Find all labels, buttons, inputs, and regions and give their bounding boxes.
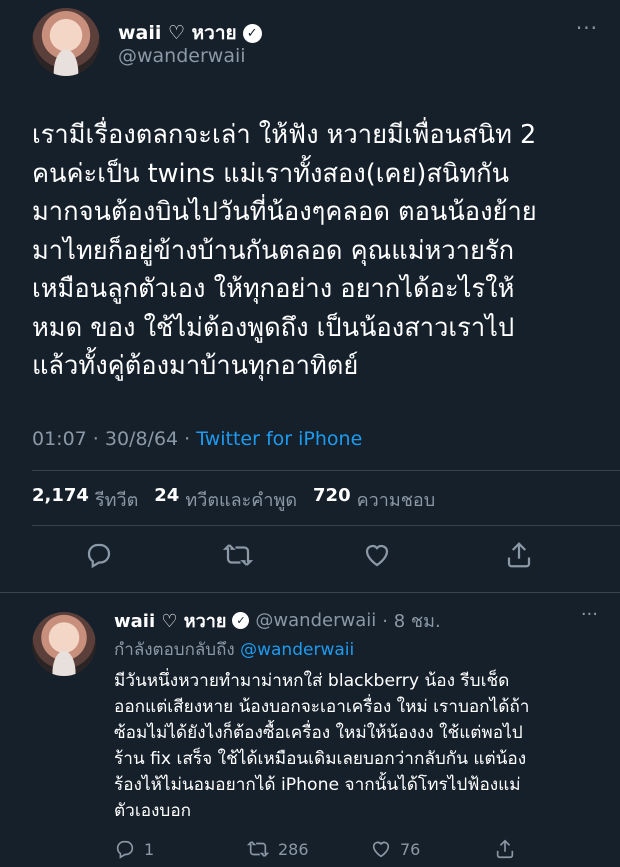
speech-bubble-icon xyxy=(87,543,111,569)
reply-actions: 1 286 76 xyxy=(114,838,614,866)
more-options-button[interactable]: ··· xyxy=(576,16,598,40)
replying-to-label: กำลังตอบกลับถึง xyxy=(114,640,241,660)
author-handle[interactable]: @wanderwaii xyxy=(118,45,246,67)
likes-stat[interactable]: 720 ความชอบ xyxy=(313,485,435,514)
replying-to-line: กำลังตอบกลับถึง @wanderwaii xyxy=(114,636,354,663)
tweet-text: เรามีเรื่องตลกจะเล่า ให้ฟัง หวายมีเพื่อน… xyxy=(32,120,537,381)
reply-like-count: 76 xyxy=(400,839,421,859)
tweet-actions xyxy=(0,538,620,578)
reply-header: waii ♡ หวาย ✓ @wanderwaii · 8 ชม. xyxy=(114,606,441,635)
reply-author-handle[interactable]: @wanderwaii xyxy=(255,610,376,631)
speech-bubble-icon xyxy=(116,840,134,859)
quotes-count: 24 xyxy=(154,485,180,506)
tweet-header: waii ♡ หวาย ✓ @wanderwaii ··· xyxy=(0,0,620,90)
retweet-arrows-icon xyxy=(222,544,254,566)
author-name-row[interactable]: waii ♡ หวาย ✓ xyxy=(118,18,262,48)
author-avatar[interactable] xyxy=(32,8,100,76)
retweets-label: รีทวีต xyxy=(94,490,139,511)
retweets-stat[interactable]: 2,174 รีทวีต xyxy=(32,485,138,514)
reply-retweet-count: 286 xyxy=(278,839,309,859)
like-button[interactable] xyxy=(362,540,396,574)
retweet-arrows-icon xyxy=(246,841,270,857)
author-name[interactable]: waii ♡ หวาย xyxy=(118,18,237,48)
share-upload-icon xyxy=(507,542,531,568)
quotes-label: ทวีตและคำพูด xyxy=(185,490,298,511)
replying-to-handle[interactable]: @wanderwaii xyxy=(240,640,354,660)
reply-more-options-button[interactable]: ··· xyxy=(581,604,598,625)
reply-tweet[interactable]: waii ♡ หวาย ✓ @wanderwaii · 8 ชม. ··· กำ… xyxy=(0,596,620,867)
share-upload-icon xyxy=(496,839,514,859)
tweet-timestamp[interactable]: 01:07 · 30/8/64 · xyxy=(32,428,196,450)
retweets-count: 2,174 xyxy=(32,485,89,506)
reply-reply-button[interactable]: 1 xyxy=(114,838,154,860)
retweet-button[interactable] xyxy=(222,540,256,574)
divider xyxy=(32,470,620,471)
reply-like-button[interactable]: 76 xyxy=(370,838,420,860)
likes-count: 720 xyxy=(313,485,351,506)
tweet-source[interactable]: Twitter for iPhone xyxy=(196,428,362,450)
heart-icon xyxy=(365,544,389,567)
reply-button[interactable] xyxy=(84,540,118,574)
tweet-stats: 2,174 รีทวีต 24 ทวีตและคำพูด 720 ความชอบ xyxy=(32,485,435,514)
divider xyxy=(32,525,620,526)
verified-badge-icon: ✓ xyxy=(232,612,250,629)
reply-time[interactable]: · 8 ชม. xyxy=(382,606,440,635)
reply-text: มีวันหนึ่งหวายทำมาม่าหกใส่ blackberry น้… xyxy=(114,671,530,821)
reply-author-avatar[interactable] xyxy=(32,612,96,676)
likes-label: ความชอบ xyxy=(356,490,436,511)
tweet-meta: 01:07 · 30/8/64 · Twitter for iPhone xyxy=(32,428,362,450)
reply-reply-count: 1 xyxy=(144,839,155,859)
reply-author-name[interactable]: waii ♡ หวาย xyxy=(114,606,226,635)
verified-badge-icon: ✓ xyxy=(242,23,262,43)
share-button[interactable] xyxy=(504,540,538,574)
divider xyxy=(0,592,620,593)
quotes-stat[interactable]: 24 ทวีตและคำพูด xyxy=(154,485,297,514)
reply-retweet-button[interactable]: 286 xyxy=(246,838,309,860)
reply-share-button[interactable] xyxy=(494,838,516,860)
heart-icon xyxy=(372,841,390,858)
